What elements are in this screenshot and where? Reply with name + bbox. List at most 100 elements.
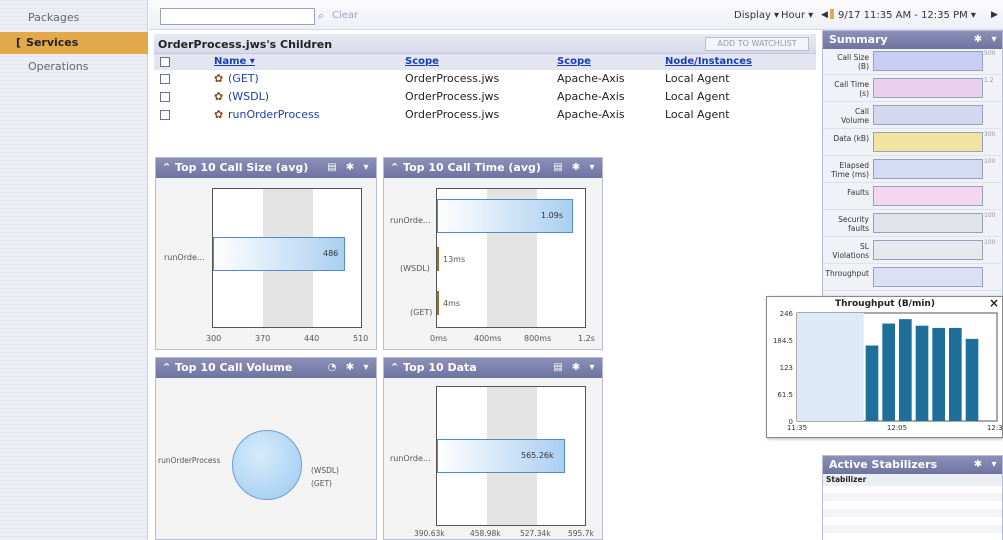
summary-row[interactable]: Call Size (B) 500: [823, 49, 1001, 75]
hour-dropdown[interactable]: Hour ▾: [781, 10, 813, 21]
menu-chevron-icon[interactable]: ▾: [586, 362, 598, 374]
throughput-bar: [899, 319, 912, 421]
pin-icon[interactable]: ✱: [570, 162, 582, 174]
panel-title: Top 10 Call Volume: [175, 361, 293, 374]
y-tick: 246: [780, 310, 794, 318]
summary-row-label: Data (kB): [833, 134, 869, 143]
children-panel: OrderProcess.jws's Children ADD TO WATCH…: [154, 34, 816, 126]
summary-row[interactable]: Throughput: [823, 265, 1001, 291]
collapse-icon[interactable]: ⌃: [390, 161, 403, 174]
row-name-link[interactable]: (GET): [228, 71, 259, 87]
pin-icon[interactable]: ✱: [570, 362, 582, 374]
select-all-checkbox[interactable]: [160, 57, 170, 67]
row-node: Local Agent: [665, 90, 730, 103]
throughput-bar: [865, 345, 879, 421]
row-name-link[interactable]: runOrderProcess: [228, 107, 319, 123]
row-scope-2: Apache-Axis: [557, 108, 625, 121]
row-scope-2: Apache-Axis: [557, 90, 625, 103]
chart-area: 1.09s 13ms 4ms runOrde... (WSDL) (GET) 0…: [384, 178, 602, 349]
panel-header: ⌃ Top 10 Data ▤ ✱ ▾: [384, 358, 602, 378]
x-tick: 12:05: [887, 424, 907, 432]
menu-chevron-icon[interactable]: ▾: [988, 459, 1000, 471]
collapse-icon[interactable]: ⌃: [390, 361, 403, 374]
x-tick: 370: [255, 334, 271, 343]
summary-rows: Call Size (B) 500 Call Time (s) 1.2 Call Vol…: [823, 49, 1003, 299]
search-input[interactable]: [160, 8, 315, 25]
sidebar-item-operations[interactable]: Operations: [0, 56, 148, 78]
sidebar: Packages [Services Operations: [0, 0, 148, 540]
close-icon[interactable]: ×: [989, 296, 999, 310]
sidebar-item-packages[interactable]: Packages: [0, 7, 148, 29]
pin-icon[interactable]: ✱: [972, 34, 984, 46]
throughput-bar: [915, 325, 929, 421]
row-name-link[interactable]: (WSDL): [228, 89, 269, 105]
bar-value-label: 1.09s: [541, 211, 563, 220]
summary-sparkline: [873, 186, 983, 206]
chart-type-icon[interactable]: ▤: [552, 162, 564, 174]
row-node: Local Agent: [665, 72, 730, 85]
row-checkbox[interactable]: [160, 92, 170, 102]
children-title: OrderProcess.jws's Children: [158, 38, 333, 51]
col-scope-2[interactable]: Scope: [557, 56, 591, 67]
menu-chevron-icon[interactable]: ▾: [586, 162, 598, 174]
category-label: runOrde...: [164, 253, 205, 262]
plot-area: 565.26k: [436, 386, 586, 526]
x-tick: 440: [304, 334, 320, 343]
menu-chevron-icon[interactable]: ▾: [988, 34, 1000, 46]
summary-row[interactable]: Security faults 100: [823, 211, 1001, 237]
panel-header: ⌃ Top 10 Call Volume ◔ ✱ ▾: [156, 358, 376, 378]
next-arrow-icon[interactable]: ▶: [991, 10, 998, 20]
children-header: OrderProcess.jws's Children ADD TO WATCH…: [154, 34, 816, 54]
table-row[interactable]: ✿ (WSDL) OrderProcess.jws Apache-Axis Lo…: [154, 89, 804, 105]
service-icon: ✿: [214, 108, 224, 121]
category-label: runOrde...: [390, 216, 431, 225]
add-to-watchlist-button[interactable]: ADD TO WATCHLIST: [705, 37, 809, 51]
summary-row[interactable]: Faults: [823, 184, 1001, 210]
throughput-bar: [965, 338, 979, 421]
panel-title: Summary: [829, 33, 888, 46]
row-checkbox[interactable]: [160, 74, 170, 84]
x-tick: 527.34k: [520, 529, 551, 538]
panel-header: ⌃ Top 10 Call Size (avg) ▤ ✱ ▾: [156, 158, 376, 178]
clear-button[interactable]: Clear: [332, 10, 358, 21]
collapse-icon[interactable]: ⌃: [162, 361, 175, 374]
top-call-volume-panel: ⌃ Top 10 Call Volume ◔ ✱ ▾ runOrderProce…: [155, 357, 377, 540]
summary-row[interactable]: Data (kB) 300: [823, 130, 1001, 156]
summary-row[interactable]: Call Volume: [823, 103, 1001, 129]
chart-type-icon[interactable]: ▤: [552, 362, 564, 374]
summary-row[interactable]: SL Violations 100: [823, 238, 1001, 264]
display-dropdown[interactable]: Display ▾: [734, 10, 779, 21]
pin-icon[interactable]: ✱: [972, 459, 984, 471]
summary-row[interactable]: Call Time (s) 1.2: [823, 76, 1001, 102]
time-range-dropdown[interactable]: 9/17 11:35 AM - 12:35 PM ▾: [838, 10, 976, 21]
collapse-icon[interactable]: ⌃: [162, 161, 175, 174]
chart-type-icon[interactable]: ▤: [326, 162, 338, 174]
menu-chevron-icon[interactable]: ▾: [360, 162, 372, 174]
category-label: (GET): [410, 308, 433, 317]
sidebar-item-services[interactable]: [Services: [0, 32, 148, 54]
prev-arrow-icon[interactable]: ◀: [821, 10, 828, 20]
stabilizers-panel: Active Stabilizers ✱ ▾ Stabilizer: [822, 455, 1003, 540]
pin-icon[interactable]: ✱: [344, 162, 356, 174]
table-row[interactable]: ✿ (GET) OrderProcess.jws Apache-Axis Loc…: [154, 71, 804, 87]
throughput-bar: [932, 327, 945, 421]
search-icon[interactable]: ⌕: [318, 9, 324, 23]
summary-sparkline: [873, 213, 983, 233]
row-scope-1: OrderProcess.jws: [405, 72, 500, 85]
pie-chart-icon[interactable]: ◔: [326, 362, 338, 374]
menu-chevron-icon[interactable]: ▾: [360, 362, 372, 374]
summary-row[interactable]: Elapsed Time (ms) 100: [823, 157, 1001, 183]
summary-sparkline: [873, 240, 983, 260]
pause-icon[interactable]: [830, 9, 834, 19]
col-name[interactable]: Name ▾: [214, 56, 255, 67]
col-node-instances[interactable]: Node/Instances: [665, 56, 752, 67]
summary-max: 100: [984, 158, 996, 165]
row-scope-1: OrderProcess.jws: [405, 108, 500, 121]
table-row[interactable]: ✿ runOrderProcess OrderProcess.jws Apach…: [154, 107, 804, 123]
col-scope-1[interactable]: Scope: [405, 56, 439, 67]
y-tick: 184.5: [773, 337, 793, 345]
summary-row-label: Throughput: [825, 269, 869, 278]
row-checkbox[interactable]: [160, 110, 170, 120]
pin-icon[interactable]: ✱: [344, 362, 356, 374]
summary-max: 300: [984, 131, 996, 138]
